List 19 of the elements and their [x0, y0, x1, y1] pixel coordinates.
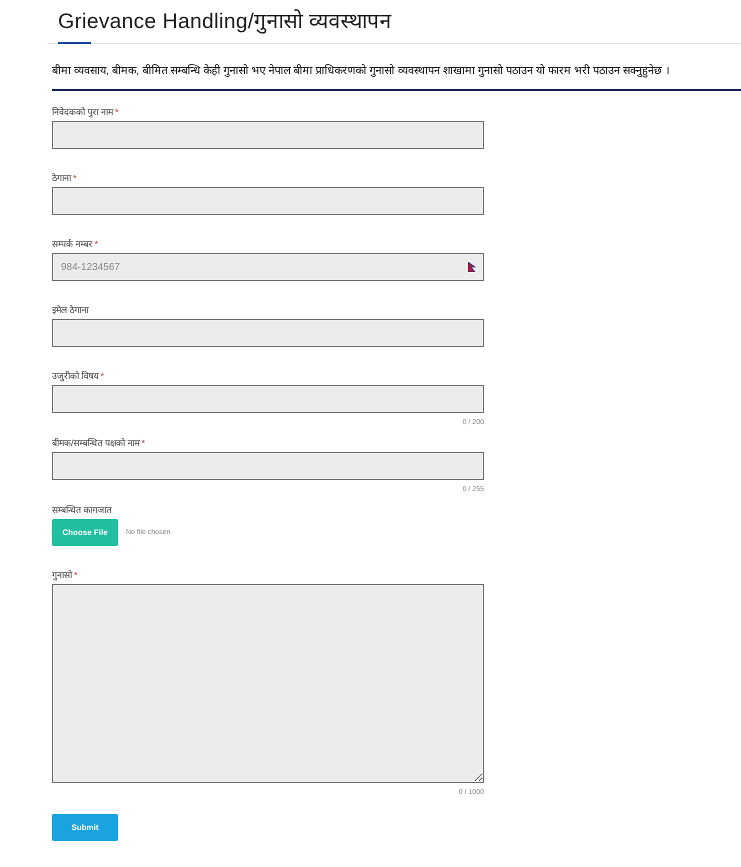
field-label: सम्बन्धित कागजात: [52, 504, 113, 516]
field-label: ठेगाना *: [52, 172, 78, 184]
text-field[interactable]: [52, 121, 484, 149]
text-field[interactable]: [52, 385, 484, 413]
text-field[interactable]: [52, 319, 484, 347]
choose-file-button[interactable]: Choose File: [52, 519, 118, 546]
flag-icon: [468, 262, 476, 272]
field-label: उजुरीको विषय *: [52, 370, 106, 382]
field-label: निवेदकको पुरा नाम *: [52, 106, 120, 118]
field-label: गुनासो *: [52, 569, 79, 581]
text-field[interactable]: [52, 452, 484, 480]
intro-text: बीमा व्यवसाय, बीमक, बीमित सम्बन्धि केही गुनासो भए नेपाल बीमा प्राधिकरणको गुनासो व्यवस्थापन शाखामा गुनासो पठाउन यो फारम भरी पठाउन सक्नुहुनेछ ।: [52, 62, 741, 91]
text-field[interactable]: [52, 187, 484, 215]
page-title: Grievance Handling/गुनासो व्यवस्थापन: [58, 8, 393, 34]
field-label: बीमक/सम्बन्धित पक्षको नाम *: [52, 437, 146, 449]
field-label: सम्पर्क नम्बर *: [52, 238, 100, 250]
phone-field[interactable]: 984-1234567: [52, 253, 484, 281]
field-label: इमेल ठेगाना: [52, 304, 90, 316]
submit-button[interactable]: Submit: [52, 814, 118, 841]
